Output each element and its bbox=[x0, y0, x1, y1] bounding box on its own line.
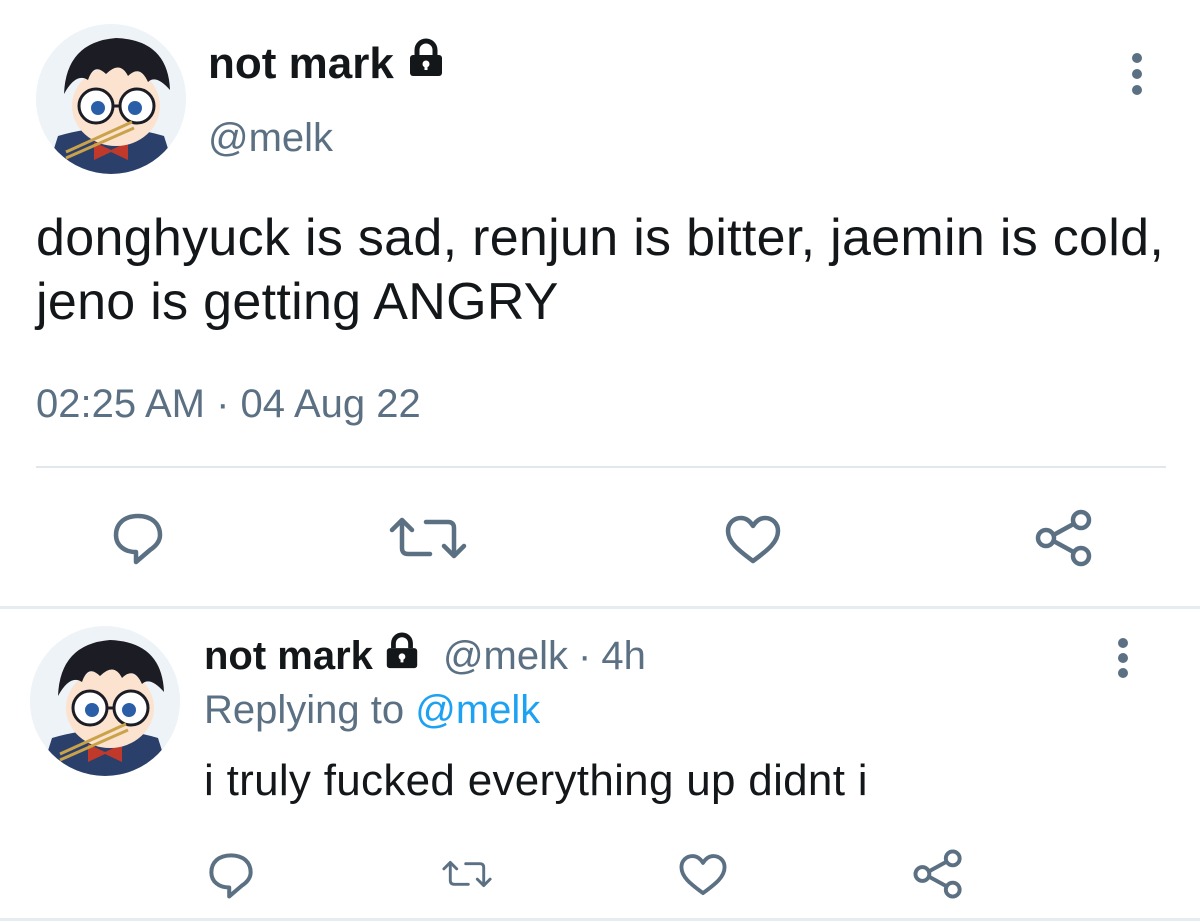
retweet-button[interactable] bbox=[440, 852, 494, 896]
display-name-text[interactable]: not mark bbox=[208, 39, 394, 89]
separator-dot: · bbox=[578, 633, 592, 678]
retweet-button[interactable] bbox=[386, 512, 470, 564]
divider bbox=[36, 466, 1166, 468]
reply-button[interactable] bbox=[206, 850, 256, 900]
lock-icon bbox=[406, 38, 446, 89]
reply-icon[interactable] bbox=[110, 510, 166, 566]
reply-icon[interactable] bbox=[206, 850, 256, 900]
reply-header: not mark @melk · 4h bbox=[204, 632, 646, 680]
reply-button[interactable] bbox=[110, 510, 166, 566]
share-icon[interactable] bbox=[912, 848, 964, 900]
avatar[interactable] bbox=[36, 24, 186, 174]
more-vertical-icon[interactable] bbox=[1112, 636, 1134, 680]
like-button[interactable] bbox=[678, 852, 728, 898]
avatar[interactable] bbox=[30, 626, 180, 776]
lock-icon bbox=[383, 632, 421, 680]
tweet-text: i truly fucked everything up didnt i bbox=[204, 756, 868, 805]
share-button[interactable] bbox=[1034, 508, 1094, 568]
mention-link[interactable]: @melk bbox=[415, 688, 540, 732]
retweet-icon[interactable] bbox=[440, 852, 494, 896]
main-tweet: not mark @melk donghyuck is sad, renjun … bbox=[0, 0, 1200, 606]
display-name[interactable]: not mark bbox=[208, 38, 446, 89]
tweet-text: donghyuck is sad, renjun is bitter, jaem… bbox=[36, 209, 1165, 331]
replying-to-label: Replying to bbox=[204, 688, 405, 732]
timestamp[interactable]: 02:25 AM · 04 Aug 22 bbox=[36, 382, 421, 427]
display-name[interactable]: not mark bbox=[204, 632, 421, 680]
replying-to: Replying to @melk bbox=[204, 688, 540, 733]
retweet-icon[interactable] bbox=[386, 512, 470, 564]
bottom-divider bbox=[0, 918, 1200, 921]
relative-time[interactable]: 4h bbox=[601, 634, 646, 679]
more-vertical-icon[interactable] bbox=[1126, 50, 1148, 98]
separator bbox=[0, 606, 1200, 609]
like-icon[interactable] bbox=[724, 514, 782, 566]
share-button[interactable] bbox=[912, 848, 964, 900]
handle[interactable]: @melk bbox=[443, 634, 568, 679]
handle[interactable]: @melk bbox=[208, 116, 333, 161]
like-button[interactable] bbox=[724, 514, 782, 566]
like-icon[interactable] bbox=[678, 852, 728, 898]
share-icon[interactable] bbox=[1034, 508, 1094, 568]
display-name-text[interactable]: not mark bbox=[204, 634, 373, 679]
